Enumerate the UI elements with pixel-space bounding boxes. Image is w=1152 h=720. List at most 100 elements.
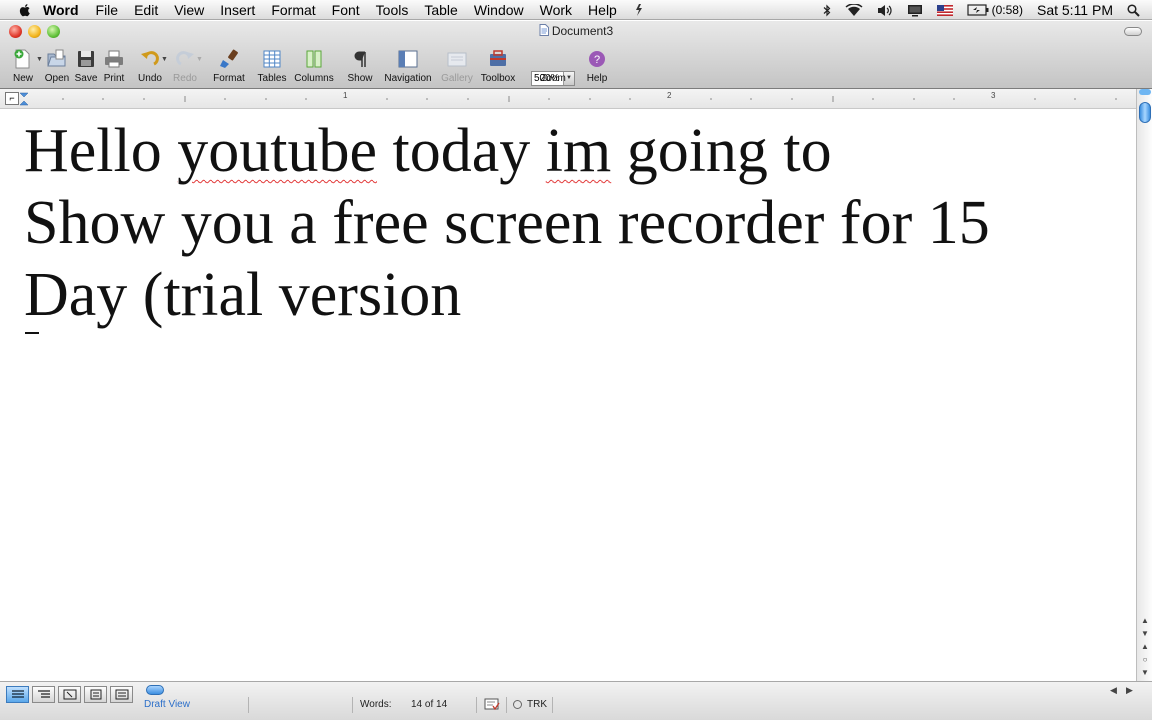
print-layout-button[interactable] xyxy=(84,686,107,703)
show-button[interactable]: Show xyxy=(347,48,373,88)
tables-label: Tables xyxy=(257,73,287,84)
words-label: Words: xyxy=(360,699,392,710)
scroll-down-arrow[interactable]: ▼ xyxy=(1137,627,1152,640)
spelling-book-icon[interactable] xyxy=(484,698,500,711)
volume-icon[interactable] xyxy=(877,4,893,17)
zoom-label: Zoom xyxy=(540,73,566,84)
redo-button[interactable]: ▼ Redo xyxy=(172,48,203,88)
notebook-layout-icon xyxy=(115,689,128,700)
clock[interactable]: Sat 5:11 PM xyxy=(1037,2,1113,18)
menu-help[interactable]: Help xyxy=(588,2,617,18)
menu-format[interactable]: Format xyxy=(271,2,315,18)
navigation-label: Navigation xyxy=(384,73,432,84)
spotlight-icon[interactable] xyxy=(1127,3,1140,17)
display-icon[interactable] xyxy=(907,4,923,17)
format-brush-icon xyxy=(220,49,238,68)
menu-edit[interactable]: Edit xyxy=(134,2,158,18)
misspelled-word-youtube[interactable]: youtube xyxy=(177,117,377,185)
ruler-number-3: 3 xyxy=(991,91,996,100)
print-button[interactable]: Print xyxy=(102,48,126,88)
menu-file[interactable]: File xyxy=(96,2,119,18)
split-box[interactable] xyxy=(1139,89,1151,95)
menu-bar: Word File Edit View Insert Format Font T… xyxy=(0,0,1152,20)
text-line-2: Show you a free screen recorder for 15 xyxy=(24,189,990,257)
menu-tools[interactable]: Tools xyxy=(376,2,409,18)
menu-view[interactable]: View xyxy=(174,2,204,18)
bluetooth-icon[interactable] xyxy=(823,4,831,17)
toolbar-toggle-button[interactable] xyxy=(1124,27,1142,36)
new-document-icon xyxy=(14,49,30,69)
status-divider xyxy=(248,697,249,713)
redo-dropdown-arrow[interactable]: ▼ xyxy=(196,56,203,63)
previous-page-button[interactable]: ▲ xyxy=(1137,640,1152,653)
horizontal-ruler[interactable]: ⌐ 1 2 3 xyxy=(0,89,1136,109)
open-button[interactable]: Open xyxy=(45,48,69,88)
words-going-to: going to xyxy=(626,117,832,185)
scroll-thumb[interactable] xyxy=(1139,102,1151,123)
scroll-up-arrow[interactable]: ▲ xyxy=(1137,614,1152,627)
publishing-layout-button[interactable] xyxy=(58,686,81,703)
help-question-icon: ? xyxy=(589,51,605,67)
menu-window[interactable]: Window xyxy=(474,2,524,18)
flag-icon[interactable] xyxy=(936,4,953,16)
vertical-scrollbar[interactable]: ▲ ▼ ▲ ○ ▼ xyxy=(1136,89,1152,681)
draft-view-button[interactable] xyxy=(6,686,29,703)
save-disk-icon xyxy=(78,51,94,67)
menu-work[interactable]: Work xyxy=(540,2,572,18)
misspelled-word-im[interactable]: im xyxy=(546,117,611,185)
tables-button[interactable]: Tables xyxy=(257,48,287,88)
new-button[interactable]: ▼ New xyxy=(10,48,43,88)
app-menu-word[interactable]: Word xyxy=(43,2,79,18)
next-page-button[interactable]: ▼ xyxy=(1137,666,1152,679)
columns-button[interactable]: Columns xyxy=(294,48,334,88)
battery-icon[interactable] xyxy=(967,4,989,16)
battery-time: (0:58) xyxy=(991,3,1023,17)
document-page[interactable]: Hello youtube today im going to Show you… xyxy=(0,110,1136,681)
track-changes-toggle[interactable]: TRK xyxy=(527,699,547,710)
status-divider xyxy=(552,697,553,713)
undo-button[interactable]: ▼ Undo xyxy=(137,48,168,88)
columns-icon xyxy=(306,50,322,68)
browse-object-button[interactable]: ○ xyxy=(1137,653,1152,666)
scroll-right-arrow[interactable]: ▶ xyxy=(1126,685,1133,696)
save-button[interactable]: Save xyxy=(74,48,98,88)
status-divider xyxy=(506,697,507,713)
horizontal-scroll-thumb[interactable] xyxy=(146,685,164,695)
text-line-3: Day (trial version xyxy=(24,261,462,329)
word-count[interactable]: 14 of 14 xyxy=(411,699,447,710)
scroll-left-arrow[interactable]: ◀ xyxy=(1110,685,1117,696)
status-divider xyxy=(476,697,477,713)
track-changes-icon xyxy=(513,700,522,709)
status-divider xyxy=(352,697,353,713)
text-line-1: Hello youtube today im going to xyxy=(24,115,1124,187)
notebook-layout-button[interactable] xyxy=(110,686,133,703)
show-label: Show xyxy=(347,73,373,84)
help-button[interactable]: ? Help xyxy=(584,48,610,88)
view-mode-label: Draft View xyxy=(144,699,190,710)
format-button[interactable]: Format xyxy=(213,48,245,88)
script-icon[interactable] xyxy=(633,3,645,17)
toolbox-button[interactable]: Toolbox xyxy=(481,48,515,88)
wifi-icon[interactable] xyxy=(845,3,863,17)
undo-arrow-icon xyxy=(141,51,159,66)
outline-view-button[interactable] xyxy=(32,686,55,703)
pilcrow-icon xyxy=(354,51,366,67)
status-bar: Draft View Words: 14 of 14 TRK ◀ ▶ xyxy=(0,681,1152,720)
end-of-document-marker xyxy=(25,332,39,334)
gallery-icon xyxy=(447,52,467,67)
menu-font[interactable]: Font xyxy=(332,2,360,18)
undo-label: Undo xyxy=(138,73,162,84)
document-body[interactable]: Hello youtube today im going to Show you… xyxy=(24,115,1124,331)
toolbox-label: Toolbox xyxy=(480,73,516,84)
navigation-button[interactable]: Navigation xyxy=(384,48,432,88)
gallery-button[interactable]: Gallery xyxy=(441,48,473,88)
undo-dropdown-arrow[interactable]: ▼ xyxy=(161,56,168,63)
redo-label: Redo xyxy=(173,73,197,84)
menu-table[interactable]: Table xyxy=(424,2,457,18)
draft-view-icon xyxy=(11,690,24,698)
menu-insert[interactable]: Insert xyxy=(220,2,255,18)
apple-icon[interactable] xyxy=(17,2,33,18)
toolbox-icon xyxy=(490,50,506,66)
new-dropdown-arrow[interactable]: ▼ xyxy=(36,56,43,63)
ruler-ticks xyxy=(19,92,1117,106)
